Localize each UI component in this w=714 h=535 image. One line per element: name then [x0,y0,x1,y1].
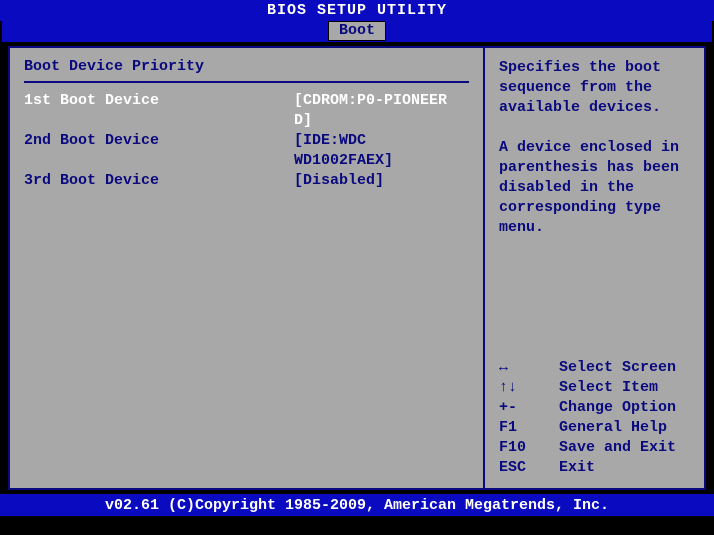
utility-title: BIOS SETUP UTILITY [267,2,447,19]
hint-key: ↑↓ [499,378,559,398]
hint-action: Exit [559,458,595,478]
boot-device-label: 2nd Boot Device [24,131,294,171]
settings-panel: Boot Device Priority 1st Boot Device [CD… [8,46,484,490]
help-text: Specifies the boot sequence from the ava… [499,58,690,258]
hint-change-option: +- Change Option [499,398,690,418]
key-hints: ↔ Select Screen ↑↓ Select Item +- Change… [499,358,690,478]
hint-action: Select Item [559,378,658,398]
hint-general-help: F1 General Help [499,418,690,438]
help-paragraph-1: Specifies the boot sequence from the ava… [499,58,690,118]
hint-save-exit: F10 Save and Exit [499,438,690,458]
hint-action: Save and Exit [559,438,676,458]
boot-device-label: 1st Boot Device [24,91,294,131]
hint-exit: ESC Exit [499,458,690,478]
boot-device-2[interactable]: 2nd Boot Device [IDE:WDC WD1002FAEX] [24,131,469,171]
boot-device-value: [CDROM:P0-PIONEER D] [294,91,469,131]
hint-select-item: ↑↓ Select Item [499,378,690,398]
tab-row: Boot [0,21,714,42]
hint-key: +- [499,398,559,418]
spacer [499,258,690,358]
boot-device-value: [IDE:WDC WD1002FAEX] [294,131,469,171]
section-title: Boot Device Priority [24,58,469,75]
help-paragraph-2: A device enclosed in parenthesis has bee… [499,138,690,238]
boot-device-value: [Disabled] [294,171,469,191]
hint-action: Select Screen [559,358,676,378]
tab-boot[interactable]: Boot [328,21,386,41]
hint-action: General Help [559,418,667,438]
footer-bar: v02.61 (C)Copyright 1985-2009, American … [0,494,714,516]
hint-action: Change Option [559,398,676,418]
hint-key: F1 [499,418,559,438]
hint-key: ↔ [499,358,559,378]
tab-label: Boot [339,22,375,39]
help-panel: Specifies the boot sequence from the ava… [484,46,706,490]
boot-device-1[interactable]: 1st Boot Device [CDROM:P0-PIONEER D] [24,91,469,131]
hint-select-screen: ↔ Select Screen [499,358,690,378]
hint-key: ESC [499,458,559,478]
title-bar: BIOS SETUP UTILITY [0,0,714,21]
main-panel: Boot Device Priority 1st Boot Device [CD… [0,42,714,494]
divider [24,81,469,83]
boot-device-3[interactable]: 3rd Boot Device [Disabled] [24,171,469,191]
hint-key: F10 [499,438,559,458]
footer-text: v02.61 (C)Copyright 1985-2009, American … [105,497,609,514]
boot-device-label: 3rd Boot Device [24,171,294,191]
